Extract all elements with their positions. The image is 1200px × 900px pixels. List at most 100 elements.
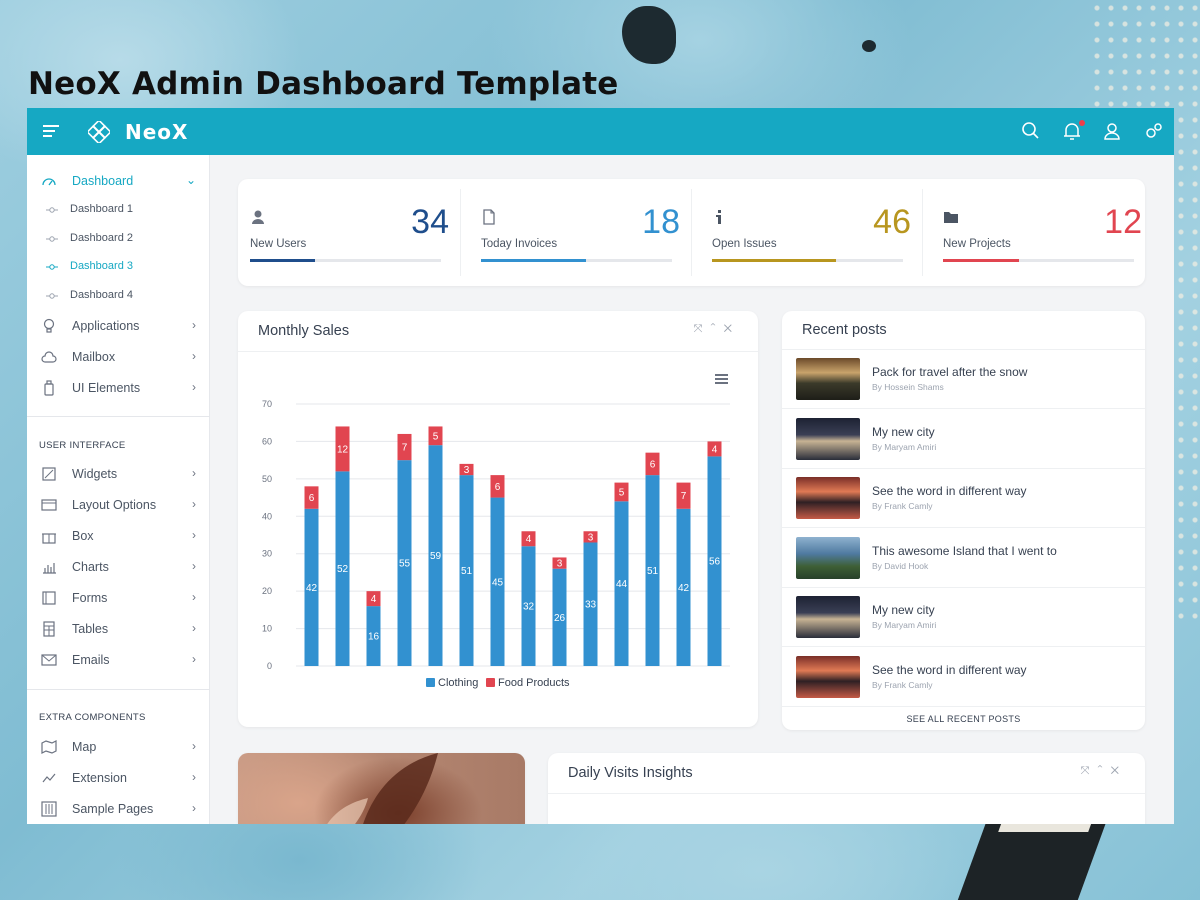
bar-value-label: 6 bbox=[650, 459, 656, 470]
search-icon[interactable] bbox=[1020, 120, 1042, 142]
recent-post-item[interactable]: Pack for travel after the snow By Hossein… bbox=[782, 350, 1145, 409]
post-thumbnail[interactable] bbox=[796, 358, 860, 400]
stat-progress bbox=[712, 259, 903, 262]
top-bar: NeoX bbox=[27, 108, 1174, 155]
file-icon bbox=[483, 209, 495, 225]
sidebar-subitem-label: Dashboard 2 bbox=[70, 232, 133, 244]
sidebar-item-box[interactable]: Box › bbox=[27, 522, 210, 552]
sidebar-subitem-dashboard-1[interactable]: Dashboard 1 bbox=[27, 197, 210, 223]
node-icon bbox=[46, 236, 58, 242]
sidebar-item-layout-options[interactable]: Layout Options › bbox=[27, 491, 210, 521]
bar-value-label: 52 bbox=[337, 564, 349, 575]
bar-value-label: 33 bbox=[585, 600, 597, 611]
post-title[interactable]: This awesome Island that I went to bbox=[872, 544, 1057, 558]
sidebar-item-label: UI Elements bbox=[72, 381, 141, 395]
stat-value: 18 bbox=[642, 203, 680, 241]
chevron-right-icon: › bbox=[192, 497, 196, 511]
chevron-right-icon: › bbox=[192, 380, 196, 394]
bar-value-label: 7 bbox=[681, 491, 687, 502]
sidebar-subitem-dashboard-2[interactable]: Dashboard 2 bbox=[27, 226, 210, 252]
stat-new-projects[interactable]: New Projects 12 bbox=[931, 179, 1158, 286]
sidebar-item-emails[interactable]: Emails › bbox=[27, 646, 210, 676]
y-tick-label: 30 bbox=[262, 549, 272, 559]
collapse-icon[interactable]: ⌃ bbox=[1097, 765, 1110, 777]
sidebar-item-label: Sample Pages bbox=[72, 802, 154, 816]
brand-name[interactable]: NeoX bbox=[125, 120, 188, 144]
sidebar-item-sample-pages[interactable]: Sample Pages › bbox=[27, 795, 210, 824]
post-thumbnail[interactable] bbox=[796, 417, 860, 460]
recent-post-item[interactable]: See the word in different way By Frank Ca… bbox=[782, 648, 1145, 707]
sidebar-subitem-dashboard-4[interactable]: Dashboard 4 bbox=[27, 283, 210, 309]
bar-value-label: 6 bbox=[495, 482, 501, 493]
post-thumbnail[interactable] bbox=[796, 596, 860, 638]
form-icon bbox=[42, 591, 56, 605]
recent-post-item[interactable]: See the word in different way By Frank Ca… bbox=[782, 469, 1145, 528]
expand-icon[interactable]: ⤧ bbox=[1081, 765, 1098, 777]
dashboard-icon bbox=[42, 178, 56, 186]
settings-icon[interactable] bbox=[1142, 120, 1164, 142]
cloud-icon bbox=[41, 351, 57, 363]
post-title[interactable]: See the word in different way bbox=[872, 484, 1027, 498]
menu-toggle-icon[interactable] bbox=[43, 125, 59, 137]
user-icon[interactable] bbox=[1101, 120, 1123, 142]
stat-open-issues[interactable]: Open Issues 46 bbox=[700, 179, 927, 286]
stat-today-invoices[interactable]: Today Invoices 18 bbox=[469, 179, 696, 286]
logo-icon bbox=[88, 121, 110, 143]
user-icon bbox=[252, 210, 264, 224]
stats-card: New Users 34 Today Invoices 18 Open Issu… bbox=[238, 179, 1145, 286]
sidebar-section-user-interface: USER INTERFACE bbox=[39, 440, 126, 451]
sidebar-item-dashboard[interactable]: Dashboard ⌄ bbox=[27, 167, 210, 197]
see-all-posts-link[interactable]: SEE ALL RECENT POSTS bbox=[782, 714, 1145, 724]
stat-label: Today Invoices bbox=[481, 238, 558, 250]
post-title[interactable]: See the word in different way bbox=[872, 663, 1027, 677]
sidebar-item-label: Widgets bbox=[72, 467, 118, 481]
bar-value-label: 32 bbox=[523, 602, 535, 613]
stat-new-users[interactable]: New Users 34 bbox=[238, 179, 465, 286]
post-author: By Frank Camly bbox=[872, 679, 933, 690]
y-tick-label: 40 bbox=[262, 511, 272, 521]
sidebar-item-extension[interactable]: Extension › bbox=[27, 764, 210, 794]
sidebar-item-applications[interactable]: Applications › bbox=[27, 312, 210, 342]
leaf-image bbox=[327, 753, 438, 824]
sidebar-item-charts[interactable]: Charts › bbox=[27, 553, 210, 583]
sidebar-item-mailbox[interactable]: Mailbox › bbox=[27, 343, 210, 373]
post-title[interactable]: My new city bbox=[872, 425, 935, 439]
stat-progress-fill bbox=[943, 259, 1020, 262]
sidebar-item-widgets[interactable]: Widgets › bbox=[27, 460, 210, 490]
chevron-right-icon: › bbox=[192, 739, 196, 753]
stat-separator bbox=[460, 189, 461, 276]
stat-progress-fill bbox=[712, 259, 837, 262]
sidebar-item-label: Layout Options bbox=[72, 498, 157, 512]
post-thumbnail[interactable] bbox=[796, 655, 860, 698]
chevron-right-icon: › bbox=[192, 652, 196, 666]
sidebar-item-label: Emails bbox=[72, 653, 110, 667]
y-tick-label: 20 bbox=[262, 586, 272, 596]
legend-swatch bbox=[486, 678, 495, 687]
post-title[interactable]: Pack for travel after the snow bbox=[872, 365, 1027, 379]
photo-card bbox=[238, 753, 525, 824]
bar-value-label: 7 bbox=[402, 443, 408, 454]
close-icon[interactable]: ✕ bbox=[1111, 765, 1127, 777]
info-icon bbox=[716, 210, 721, 224]
sidebar-item-ui-elements[interactable]: UI Elements › bbox=[27, 374, 210, 404]
layout-icon bbox=[41, 499, 57, 511]
recent-post-item[interactable]: My new city By Maryam Amiri bbox=[782, 410, 1145, 469]
legend-label: Food Products bbox=[498, 677, 570, 689]
sidebar-subitem-label: Dashboard 1 bbox=[70, 203, 133, 215]
paint-splat bbox=[862, 40, 876, 52]
sidebar-item-tables[interactable]: Tables › bbox=[27, 615, 210, 645]
recent-post-item[interactable]: My new city By Maryam Amiri bbox=[782, 588, 1145, 647]
recent-post-item[interactable]: This awesome Island that I went to By Dav… bbox=[782, 529, 1145, 588]
stat-value: 46 bbox=[873, 203, 911, 241]
post-thumbnail[interactable] bbox=[796, 477, 860, 519]
post-author: By Maryam Amiri bbox=[872, 620, 937, 630]
sidebar-item-forms[interactable]: Forms › bbox=[27, 584, 210, 614]
post-title[interactable]: My new city bbox=[872, 603, 935, 617]
sidebar-subitem-dashboard-3[interactable]: Dashboard 3 bbox=[27, 254, 210, 280]
sidebar-item-map[interactable]: Map › bbox=[27, 733, 210, 763]
bar-value-label: 26 bbox=[554, 613, 566, 624]
post-thumbnail[interactable] bbox=[796, 536, 860, 579]
bar-value-label: 5 bbox=[619, 487, 625, 498]
y-tick-label: 0 bbox=[267, 661, 272, 671]
folder-icon bbox=[944, 212, 958, 223]
